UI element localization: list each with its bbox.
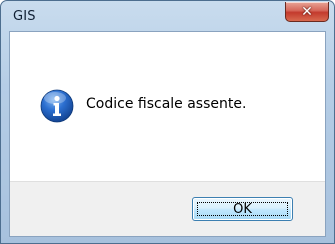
close-icon: ✕ (301, 3, 313, 20)
message-area: Codice fiscale assente. (10, 32, 325, 181)
ok-button[interactable]: OK (192, 197, 293, 221)
dialog-window: GIS ✕ Codice fiscale assente. OK (0, 0, 335, 244)
dialog-message: Codice fiscale assente. (86, 96, 247, 112)
ok-button-label: OK (233, 201, 252, 217)
title-bar[interactable]: GIS ✕ (1, 1, 334, 31)
close-button[interactable]: ✕ (285, 2, 329, 22)
window-title: GIS (13, 9, 36, 24)
button-bar: OK (10, 181, 325, 236)
dialog-body: Codice fiscale assente. OK (9, 31, 326, 237)
information-icon (40, 89, 74, 123)
